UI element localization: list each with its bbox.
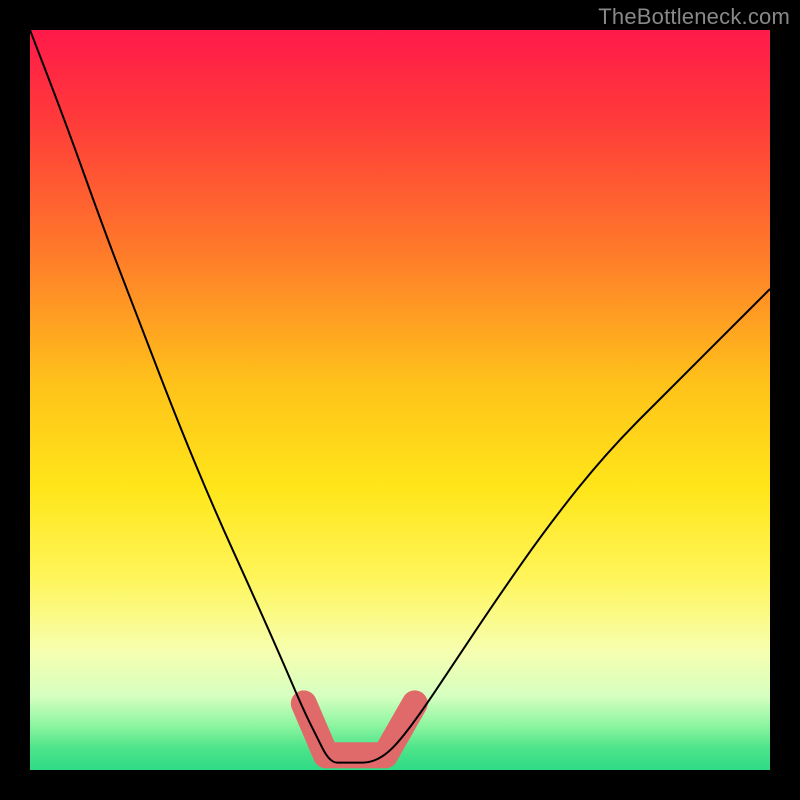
watermark-text: TheBottleneck.com: [598, 4, 790, 30]
chart-container: [30, 30, 770, 770]
chart-svg: [30, 30, 770, 770]
